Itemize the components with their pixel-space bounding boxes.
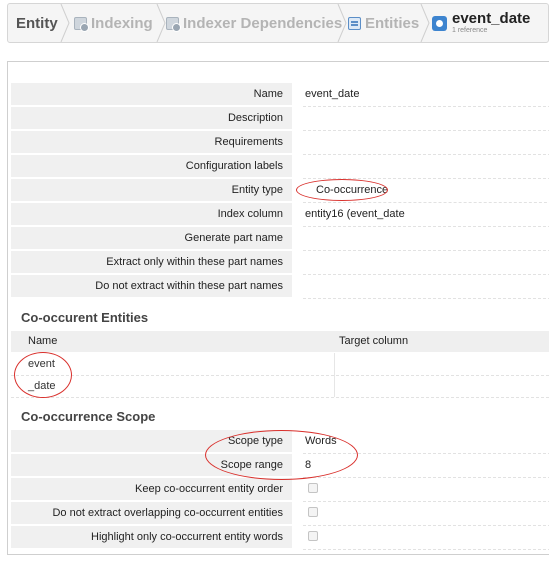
property-value-no-overlap <box>303 502 549 526</box>
property-label: Scope type <box>11 430 292 453</box>
property-label: Do not extract within these part names <box>11 275 292 298</box>
property-row-not-extract-within: Do not extract within these part names <box>11 275 549 299</box>
breadcrumb-indexing-label: Indexing <box>91 14 153 32</box>
property-label: Keep co-occurrent entity order <box>11 478 292 501</box>
property-label: Index column <box>11 203 292 226</box>
column-header-target[interactable]: Target column <box>339 331 408 352</box>
property-label: Configuration labels <box>11 155 292 178</box>
property-label: Extract only within these part names <box>11 251 292 274</box>
breadcrumb: Entity Indexing Indexer Dependencies Ent… <box>7 3 549 43</box>
property-row-description: Description <box>11 107 549 131</box>
property-label: Entity type <box>11 179 292 202</box>
property-value-configuration-labels[interactable] <box>303 155 549 179</box>
entity-icon <box>432 15 447 31</box>
property-row-generate-part-name: Generate part name <box>11 227 549 251</box>
property-row-scope-range: Scope range 8 <box>11 454 549 478</box>
property-label: Scope range <box>11 454 292 477</box>
property-value-highlight-only <box>303 526 549 550</box>
property-row-index-column: Index column entity16 (event_date <box>11 203 549 227</box>
table-row[interactable]: _date <box>11 375 549 398</box>
property-row-entity-type: Entity type Co-occurrence <box>11 179 549 203</box>
property-label: Do not extract overlapping co-occurrent … <box>11 502 292 525</box>
indexer-dependencies-icon <box>166 16 181 32</box>
property-value-name[interactable]: event_date <box>303 83 549 107</box>
no-overlap-checkbox[interactable] <box>308 507 318 517</box>
property-value-scope-range[interactable]: 8 <box>303 454 549 478</box>
breadcrumb-entity[interactable]: Entity <box>16 4 58 42</box>
breadcrumb-indexer-dependencies-label: Indexer Dependencies <box>183 14 343 32</box>
property-value-keep-order <box>303 478 549 502</box>
property-label: Highlight only co-occurrent entity words <box>11 526 292 549</box>
breadcrumb-entity-label: Entity <box>16 14 58 32</box>
breadcrumb-current-references: 1 reference <box>452 27 488 34</box>
breadcrumb-separator-icon <box>420 4 430 42</box>
property-value-description[interactable] <box>303 107 549 131</box>
property-value-generate-part-name[interactable] <box>303 227 549 251</box>
property-row-highlight-only: Highlight only co-occurrent entity words <box>11 526 549 550</box>
property-value-index-column[interactable]: entity16 (event_date <box>303 203 549 227</box>
property-row-extract-within: Extract only within these part names <box>11 251 549 275</box>
table-row[interactable]: event <box>11 353 549 376</box>
breadcrumb-current-title: event_date <box>452 10 531 27</box>
breadcrumb-entities-label: Entities <box>365 14 420 32</box>
breadcrumb-separator-icon <box>337 4 347 42</box>
breadcrumb-indexer-dependencies[interactable]: Indexer Dependencies <box>166 4 342 42</box>
indexing-icon <box>74 16 89 32</box>
property-label: Requirements <box>11 131 292 154</box>
property-row-scope-type: Scope type Words <box>11 430 549 454</box>
property-label: Generate part name <box>11 227 292 250</box>
property-row-requirements: Requirements <box>11 131 549 155</box>
section-title-cooccurrence-scope: Co-occurrence Scope <box>21 409 156 424</box>
highlight-only-checkbox[interactable] <box>308 531 318 541</box>
property-value-not-extract-within[interactable] <box>303 275 549 299</box>
section-title-cooccurent-entities: Co-occurent Entities <box>21 310 149 325</box>
property-value-requirements[interactable] <box>303 131 549 155</box>
breadcrumb-current: event_date 1 reference <box>432 4 530 42</box>
breadcrumb-indexing[interactable]: Indexing <box>74 4 153 42</box>
breadcrumb-separator-icon <box>156 4 166 42</box>
property-label: Name <box>11 83 292 106</box>
entities-grid-header: Name Target column <box>11 331 549 352</box>
property-row-no-overlap: Do not extract overlapping co-occurrent … <box>11 502 549 526</box>
property-row-configuration-labels: Configuration labels <box>11 155 549 179</box>
entity-name-cell: _date <box>11 375 335 397</box>
entity-name-cell: event <box>11 353 335 375</box>
keep-order-checkbox[interactable] <box>308 483 318 493</box>
breadcrumb-separator-icon <box>60 4 70 42</box>
property-row-name: Name event_date <box>11 83 549 107</box>
breadcrumb-entities[interactable]: Entities <box>348 4 419 42</box>
property-value-entity-type[interactable]: Co-occurrence <box>303 179 549 203</box>
entities-icon <box>348 16 361 30</box>
column-header-name[interactable]: Name <box>28 331 57 352</box>
property-value-scope-type[interactable]: Words <box>303 430 549 454</box>
property-label: Description <box>11 107 292 130</box>
property-value-extract-within[interactable] <box>303 251 549 275</box>
property-row-keep-order: Keep co-occurrent entity order <box>11 478 549 502</box>
